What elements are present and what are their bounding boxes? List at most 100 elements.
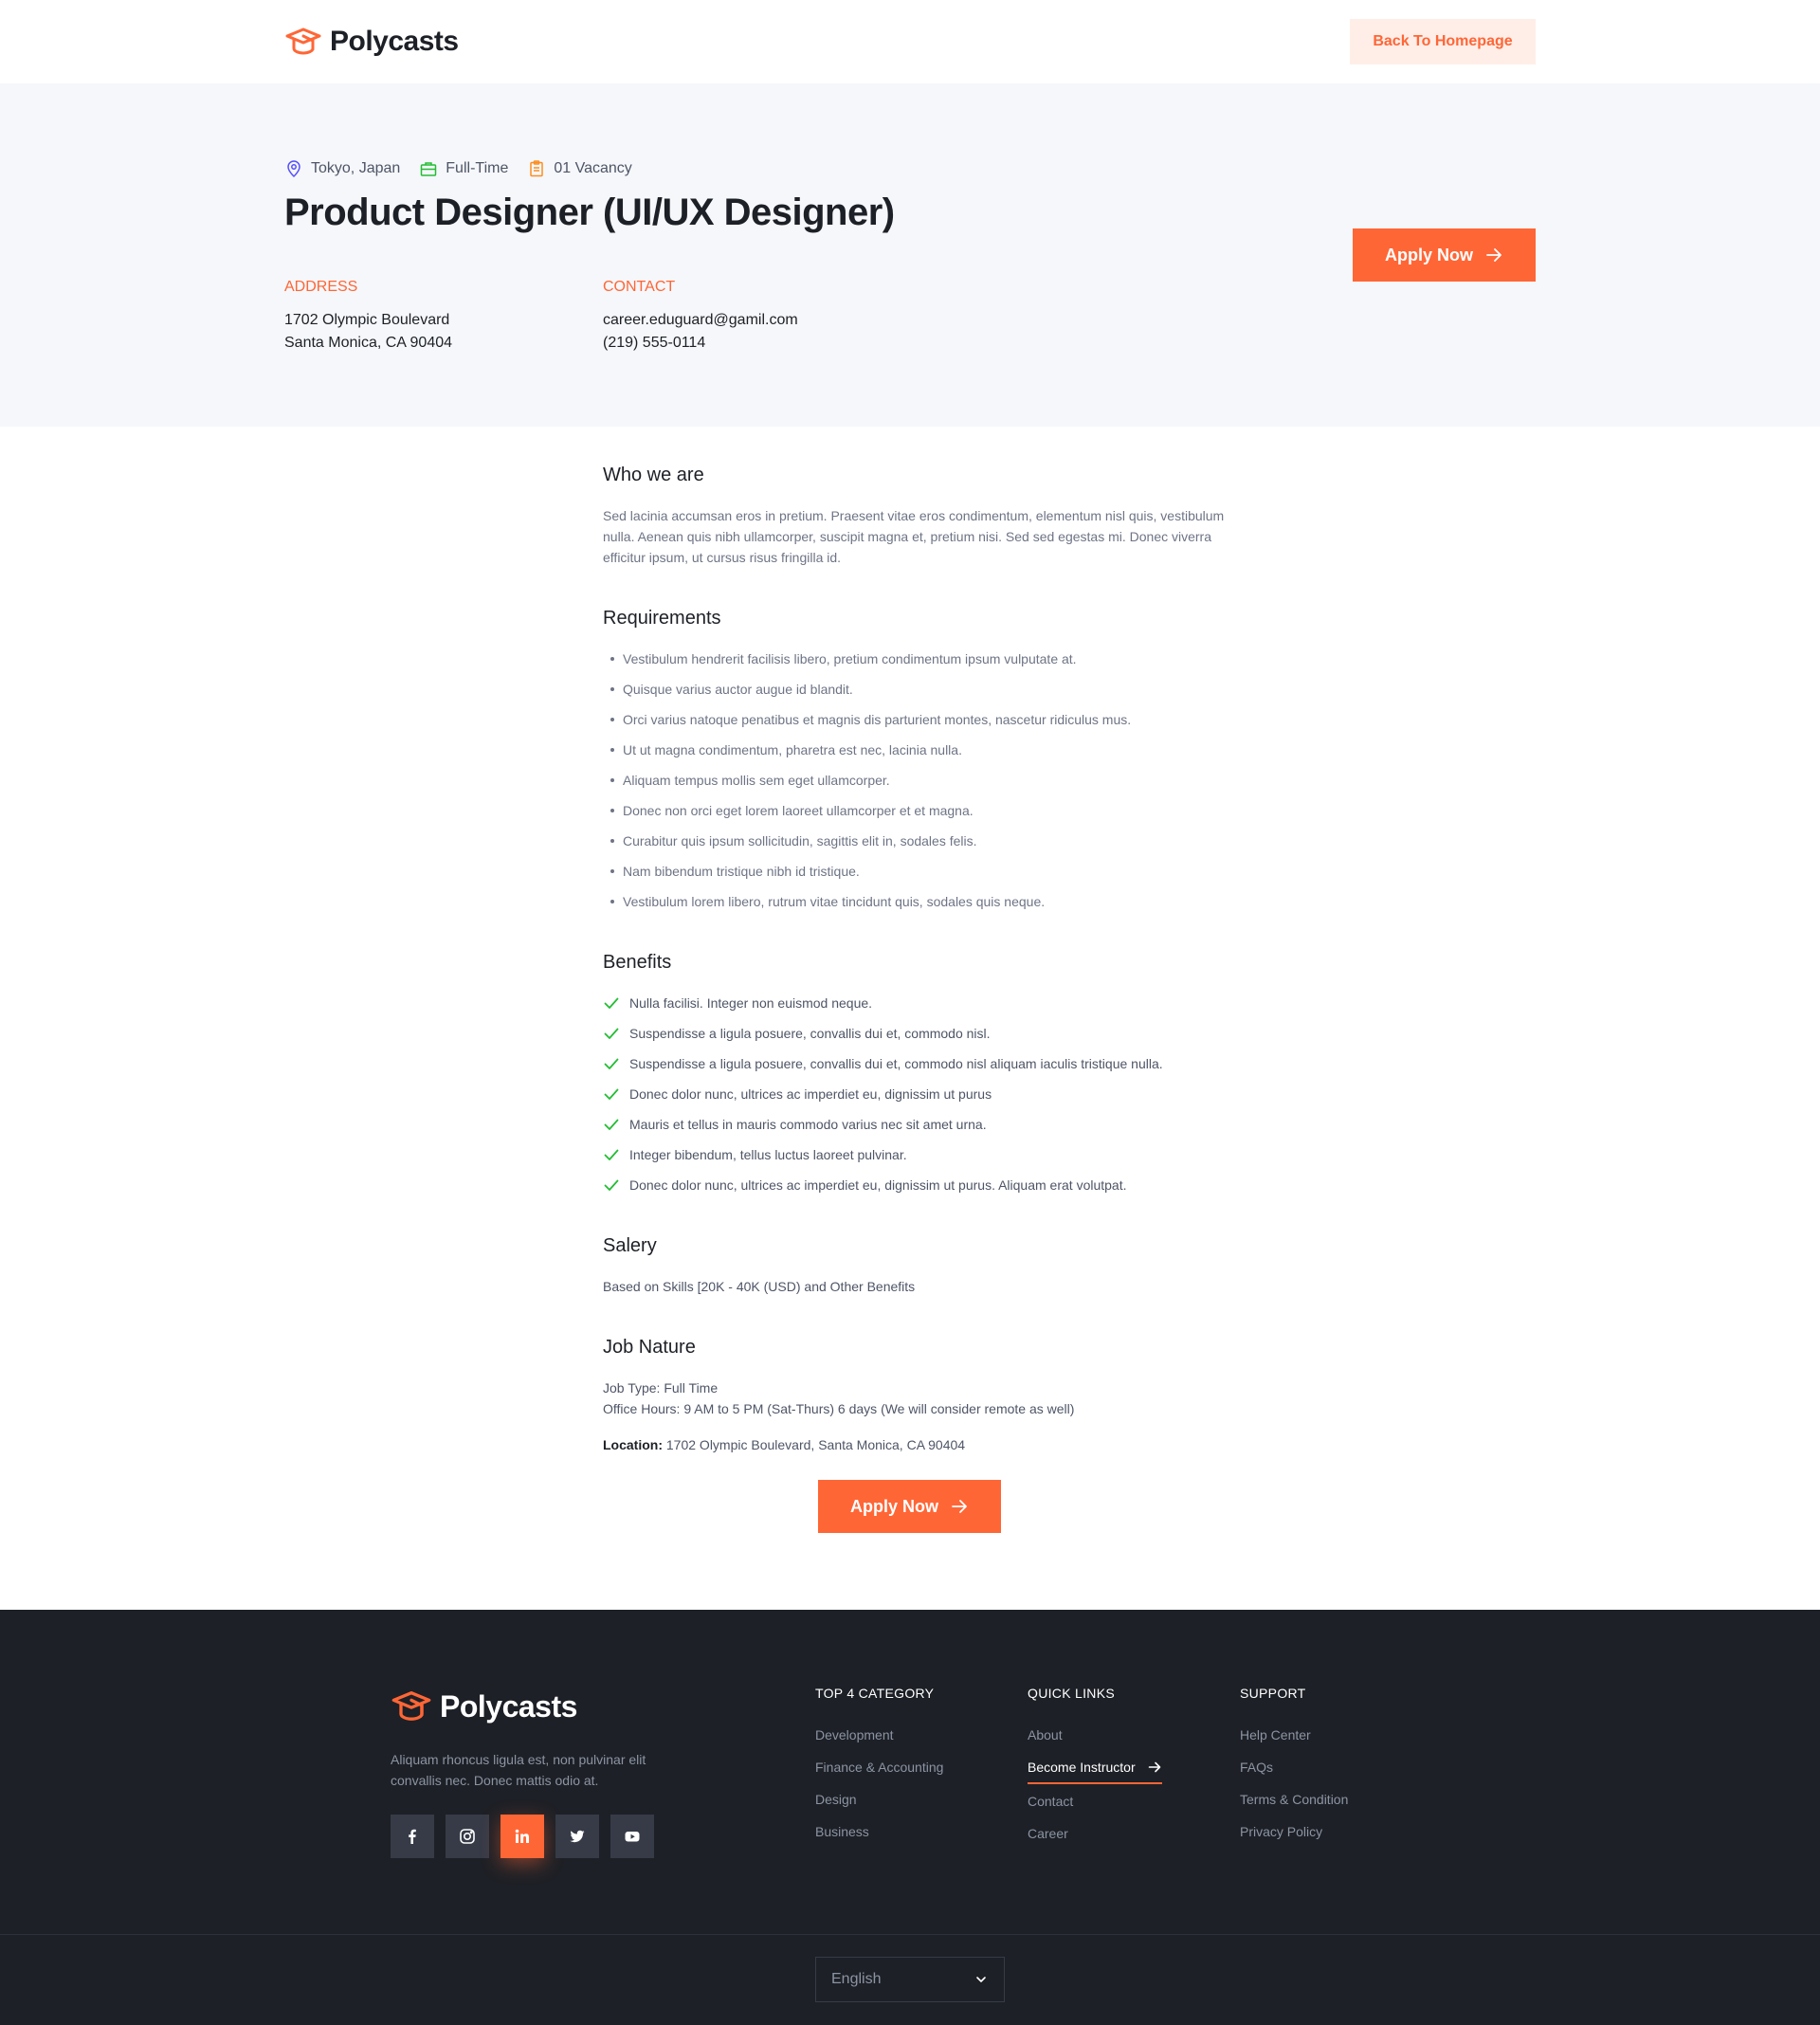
section-title: Requirements: [603, 608, 721, 629]
contact-block: CONTACT career.eduguard@gamil.com (219) …: [603, 279, 798, 355]
language-value: English: [831, 1971, 882, 1987]
footer-col-title: SUPPORT: [1240, 1686, 1306, 1701]
list-item: Vestibulum lorem libero, rutrum vitae ti…: [603, 891, 1228, 912]
benefit-text: Suspendisse a ligula posuere, convallis …: [629, 1056, 1163, 1071]
footer-col-quick-links: QUICK LINKS About Become Instructor Cont…: [1028, 1686, 1162, 1856]
list-item: Vestibulum hendrerit facilisis libero, p…: [603, 648, 1228, 669]
briefcase-icon: [421, 162, 437, 176]
apply-now-button-bottom[interactable]: Apply Now: [818, 1480, 1001, 1533]
instagram-icon: [460, 1829, 475, 1844]
back-to-homepage-button[interactable]: Back To Homepage: [1350, 19, 1536, 64]
footer-link[interactable]: Career: [1028, 1824, 1162, 1843]
job-type-line: Job Type: Full Time: [603, 1380, 719, 1396]
section-salary: Salery Based on Skills [20K - 40K (USD) …: [603, 1235, 1228, 1297]
list-item: Ut ut magna condimentum, pharetra est ne…: [603, 739, 1228, 760]
job-vacancy: 01 Vacancy: [527, 159, 632, 178]
benefits-list: Nulla facilisi. Integer non euismod nequ…: [603, 993, 1228, 1195]
footer-link[interactable]: Business: [815, 1822, 943, 1841]
benefit-text: Integer bibendum, tellus luctus laoreet …: [629, 1147, 907, 1162]
footer-link-become-instructor[interactable]: Become Instructor: [1028, 1758, 1162, 1784]
footer-col-title: TOP 4 CATEGORY: [815, 1686, 935, 1701]
list-item: Donec dolor nunc, ultrices ac imperdiet …: [603, 1175, 1228, 1195]
footer-link[interactable]: Help Center: [1240, 1725, 1348, 1744]
footer-link[interactable]: Contact: [1028, 1792, 1162, 1811]
footer-divider: [0, 1934, 1820, 1935]
check-icon: [604, 1179, 619, 1191]
benefit-text: Donec dolor nunc, ultrices ac imperdiet …: [629, 1086, 992, 1102]
check-icon: [604, 1058, 619, 1069]
job-hero: Tokyo, Japan Full-Time 01 Vacancy Produc…: [0, 83, 1820, 427]
list-item: Suspendisse a ligula posuere, convallis …: [603, 1023, 1228, 1044]
list-item: Nulla facilisi. Integer non euismod nequ…: [603, 993, 1228, 1013]
footer-link[interactable]: About: [1028, 1725, 1162, 1744]
chevron-down-icon: [976, 1977, 986, 1982]
contact-phone[interactable]: (219) 555-0114: [603, 332, 798, 355]
footer-brand-name: Polycasts: [440, 1688, 577, 1724]
check-icon: [604, 1119, 619, 1130]
apply-now-button[interactable]: Apply Now: [1353, 228, 1536, 282]
list-item: Quisque varius auctor augue id blandit.: [603, 679, 1228, 700]
footer-link-label: Become Instructor: [1028, 1760, 1136, 1775]
linkedin-button[interactable]: [500, 1815, 544, 1858]
job-type: Full-Time: [419, 159, 508, 178]
address-line: 1702 Olympic Boulevard: [284, 312, 450, 328]
apply-now-label: Apply Now: [1385, 245, 1473, 265]
footer-link[interactable]: Design: [815, 1790, 943, 1809]
arrow-right-icon: [952, 1500, 967, 1513]
graduation-cap-icon: [285, 27, 321, 55]
check-icon: [604, 1088, 619, 1100]
footer-link[interactable]: Terms & Condition: [1240, 1790, 1348, 1809]
instagram-button[interactable]: [446, 1815, 489, 1858]
job-vacancy-text: 01 Vacancy: [554, 160, 632, 176]
footer-link[interactable]: Privacy Policy: [1240, 1822, 1348, 1841]
address-label: ADDRESS: [284, 279, 358, 295]
section-job-nature: Job Nature Job Type: Full Time Office Ho…: [603, 1337, 1228, 1455]
contact-email[interactable]: career.eduguard@gamil.com: [603, 309, 798, 332]
footer-description: Aliquam rhoncus ligula est, non pulvinar…: [391, 1752, 646, 1788]
footer-link[interactable]: Finance & Accounting: [815, 1758, 943, 1777]
footer-link[interactable]: FAQs: [1240, 1758, 1348, 1777]
section-requirements: Requirements Vestibulum hendrerit facili…: [603, 608, 1228, 912]
map-pin-icon: [287, 160, 300, 178]
twitter-button[interactable]: [555, 1815, 599, 1858]
section-title: Who we are: [603, 465, 704, 485]
footer-brand-logo[interactable]: Polycasts: [391, 1686, 577, 1727]
youtube-icon: [625, 1832, 640, 1842]
check-icon: [604, 997, 619, 1009]
list-item: Integer bibendum, tellus luctus laoreet …: [603, 1144, 1228, 1165]
benefit-text: Suspendisse a ligula posuere, convallis …: [629, 1026, 991, 1041]
benefit-text: Donec dolor nunc, ultrices ac imperdiet …: [629, 1177, 1127, 1193]
apply-now-label: Apply Now: [850, 1496, 938, 1516]
facebook-button[interactable]: [391, 1815, 434, 1858]
location-label: Location:: [603, 1437, 663, 1452]
check-icon: [604, 1028, 619, 1039]
address-block: ADDRESS 1702 Olympic Boulevard Santa Mon…: [284, 279, 452, 355]
list-item: Mauris et tellus in mauris commodo variu…: [603, 1114, 1228, 1135]
office-hours-line: Office Hours: 9 AM to 5 PM (Sat-Thurs) 6…: [603, 1401, 1075, 1416]
benefit-text: Nulla facilisi. Integer non euismod nequ…: [629, 995, 873, 1011]
section-title: Job Nature: [603, 1337, 696, 1358]
arrow-right-icon: [1148, 1761, 1160, 1773]
footer-link[interactable]: Development: [815, 1725, 943, 1744]
footer-col-title: QUICK LINKS: [1028, 1686, 1115, 1701]
list-item: Curabitur quis ipsum sollicitudin, sagit…: [603, 830, 1228, 851]
brand-logo[interactable]: Polycasts: [284, 23, 459, 61]
job-details: Who we are Sed lacinia accumsan eros in …: [603, 465, 1228, 1495]
job-title: Product Designer (UI/UX Designer): [284, 192, 895, 233]
site-header: Polycasts Back To Homepage: [0, 0, 1820, 83]
section-text: Sed lacinia accumsan eros in pretium. Pr…: [603, 508, 1225, 565]
list-item: Donec dolor nunc, ultrices ac imperdiet …: [603, 1084, 1228, 1104]
requirements-list: Vestibulum hendrerit facilisis libero, p…: [603, 648, 1228, 912]
brand-name: Polycasts: [330, 26, 459, 57]
language-select[interactable]: English: [815, 1957, 1005, 2002]
salary-text: Based on Skills [20K - 40K (USD) and Oth…: [603, 1279, 916, 1294]
benefit-text: Mauris et tellus in mauris commodo variu…: [629, 1117, 987, 1132]
list-item: Orci varius natoque penatibus et magnis …: [603, 709, 1228, 730]
arrow-right-icon: [1486, 248, 1502, 262]
clipboard-icon: [530, 160, 544, 177]
youtube-button[interactable]: [610, 1815, 654, 1858]
job-meta: Tokyo, Japan Full-Time 01 Vacancy: [284, 159, 632, 178]
list-item: Aliquam tempus mollis sem eget ullamcorp…: [603, 770, 1228, 791]
section-who-we-are: Who we are Sed lacinia accumsan eros in …: [603, 465, 1228, 568]
list-item: Suspendisse a ligula posuere, convallis …: [603, 1053, 1228, 1074]
